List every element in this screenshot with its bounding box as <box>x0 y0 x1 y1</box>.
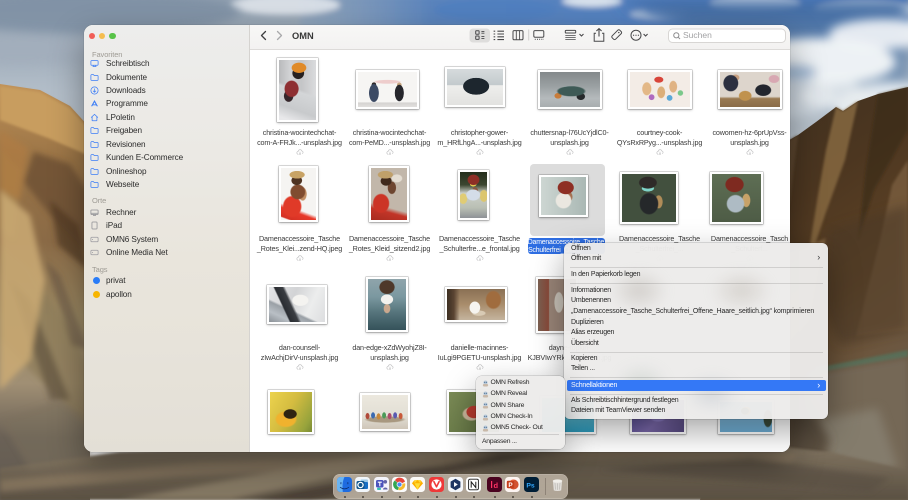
svg-text:Suchen: Suchen <box>683 30 712 40</box>
svg-text:P: P <box>508 482 513 489</box>
svg-text:Ps: Ps <box>526 483 535 490</box>
svg-text:d: d <box>493 481 498 490</box>
svg-text:OMN: OMN <box>292 31 314 41</box>
